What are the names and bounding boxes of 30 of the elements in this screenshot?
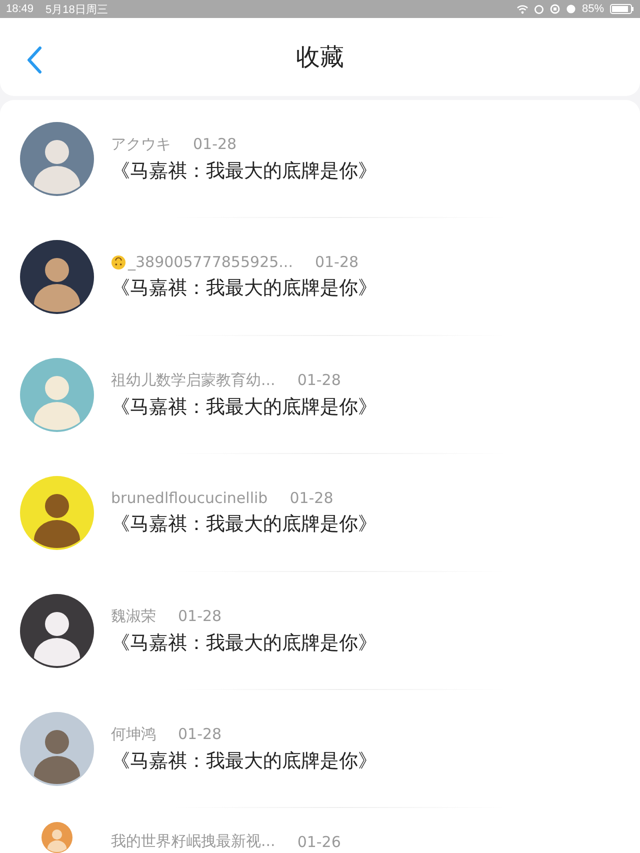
user-name: 祖幼儿数学启蒙教育幼... xyxy=(111,370,276,390)
article-title[interactable]: 《马嘉祺：我最大的底牌是你》 xyxy=(111,394,377,420)
article-title[interactable]: 《马嘉祺：我最大的底牌是你》 xyxy=(111,511,377,537)
battery-icon xyxy=(610,4,634,14)
article-title[interactable]: 《马嘉祺：我最大的底牌是你》 xyxy=(111,630,377,656)
post-date: 01-28 xyxy=(193,135,237,153)
wifi-icon xyxy=(516,4,528,14)
user-name: 魏淑荣 xyxy=(111,606,156,626)
article-title[interactable]: 《马嘉祺：我最大的底牌是你》 xyxy=(111,158,377,184)
post-date: 01-28 xyxy=(178,607,222,625)
post-date: 01-28 xyxy=(297,371,341,389)
post-date: 01-28 xyxy=(314,253,359,271)
article-title[interactable]: 《马嘉祺：我最大的底牌是你》 xyxy=(111,748,377,774)
avatar-icon[interactable] xyxy=(20,240,94,314)
avatar-icon[interactable] xyxy=(20,594,94,668)
article-title[interactable]: 《马嘉祺：我最大的底牌是你》 xyxy=(111,275,377,301)
avatar-icon[interactable] xyxy=(20,476,94,550)
user-name: 何坤鸿 xyxy=(111,724,156,744)
user-name: 我的世界籽岷拽最新视... xyxy=(111,832,276,851)
post-date: 01-28 xyxy=(290,489,334,507)
post-date: 01-28 xyxy=(178,725,222,743)
user-name: _389005777855925... xyxy=(128,253,293,271)
battery-percent: 85% xyxy=(582,3,604,15)
user-name: brunedlfloucucinellib xyxy=(111,489,268,507)
back-icon xyxy=(26,46,42,74)
page-title: 收藏 xyxy=(296,42,344,73)
status-date: 5月18日周三 xyxy=(46,2,108,16)
status-time: 18:49 xyxy=(6,3,34,15)
user-name: アクウキ xyxy=(111,134,171,154)
post-date: 01-26 xyxy=(297,832,341,850)
